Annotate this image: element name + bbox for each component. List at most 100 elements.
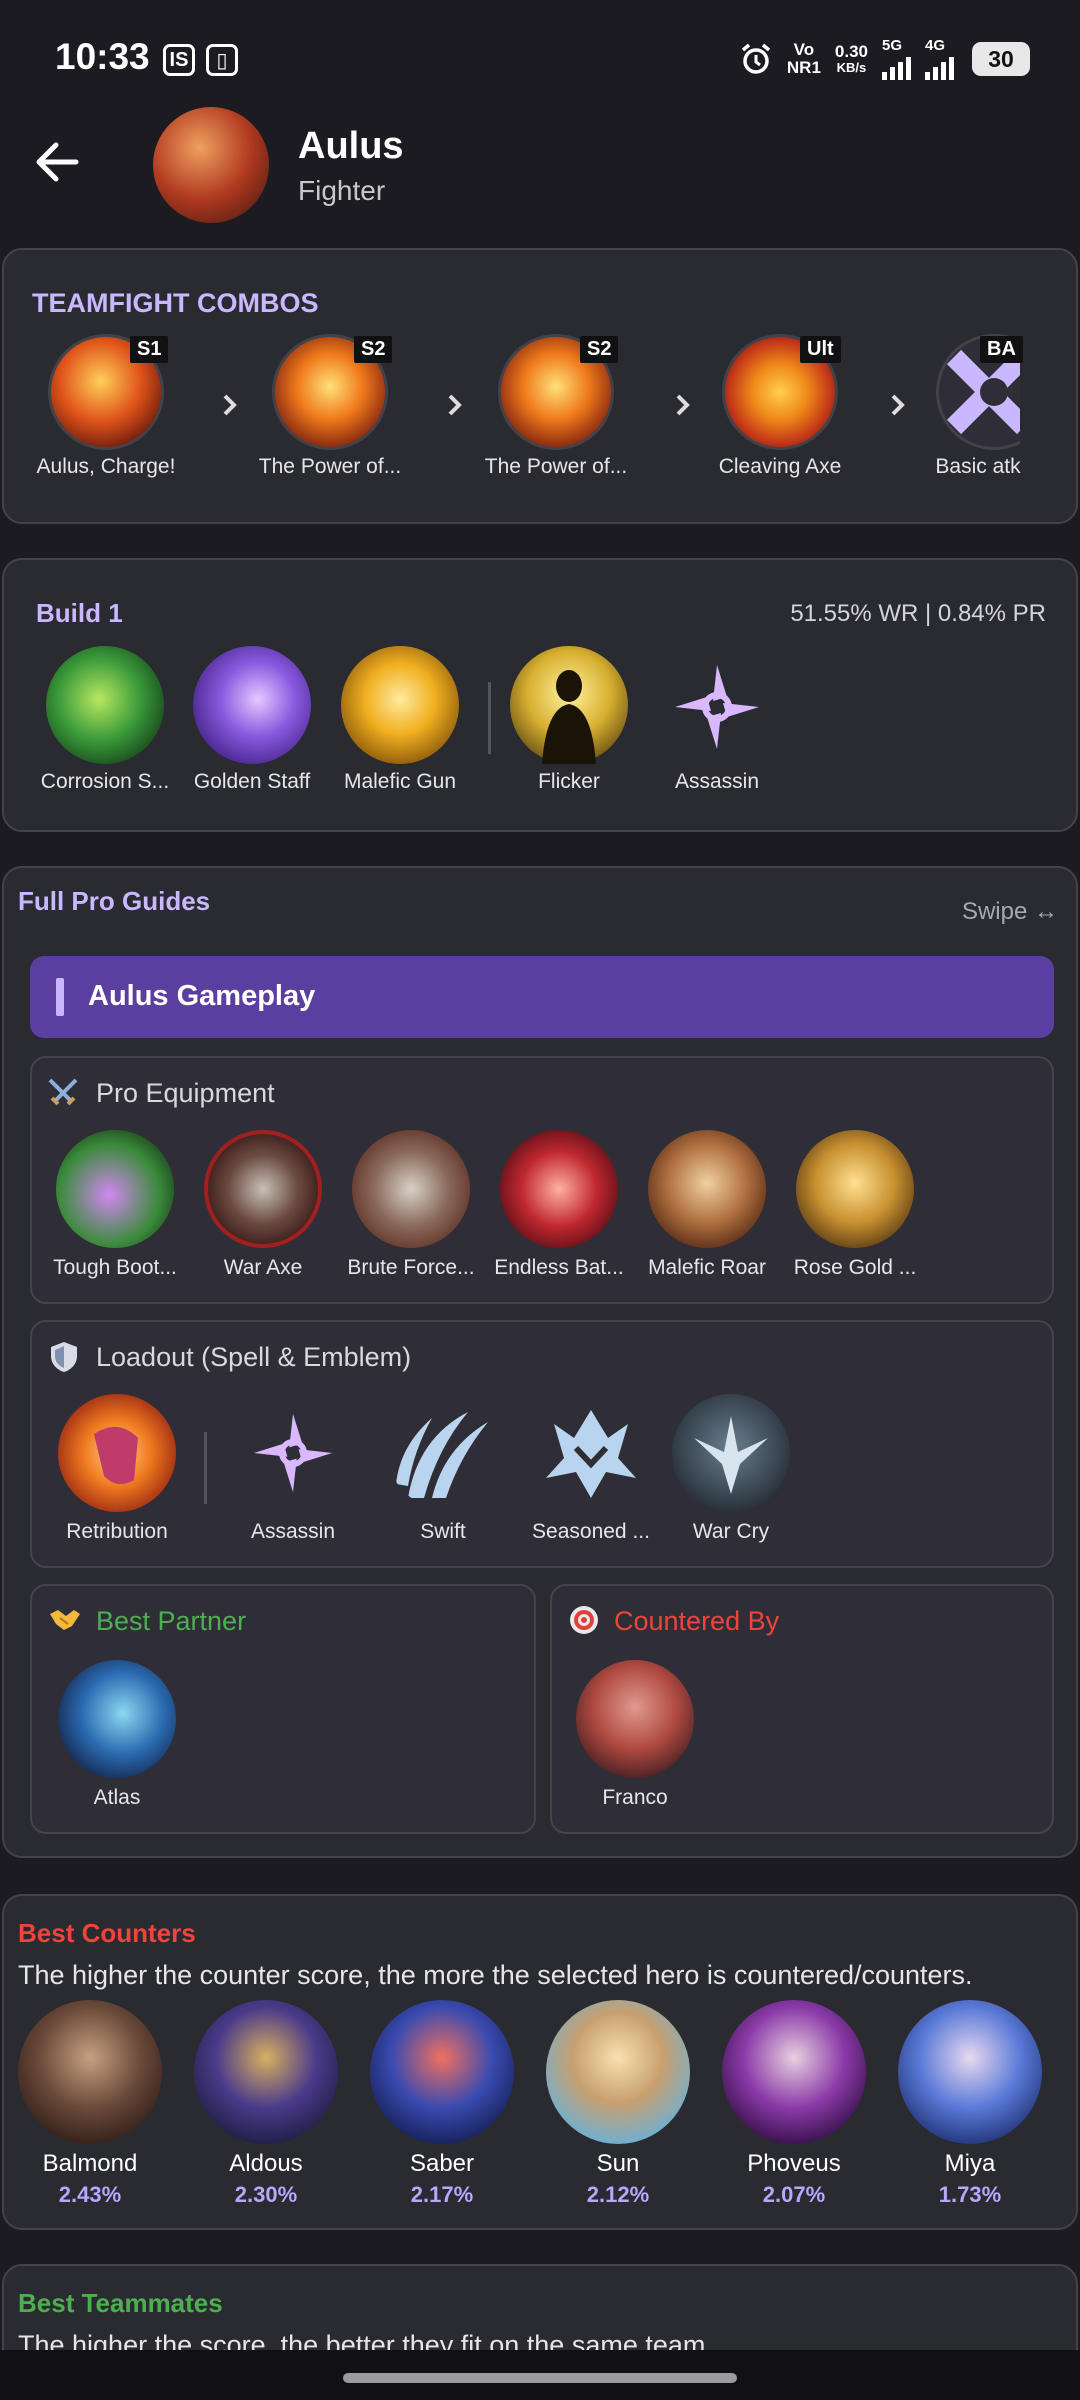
hero-name: Aulus bbox=[298, 125, 404, 167]
hero-avatar bbox=[153, 107, 269, 223]
counter-hero-avatar[interactable] bbox=[722, 2000, 866, 2144]
signal-5g: 5G bbox=[882, 38, 911, 80]
shield-icon bbox=[51, 1342, 77, 1372]
sim-notification-icon: ▯ bbox=[206, 44, 238, 76]
crossed-swords-icon bbox=[48, 1078, 78, 1106]
golden-staff-icon[interactable] bbox=[193, 646, 311, 764]
target-icon bbox=[570, 1606, 598, 1634]
counter-hero-name: Aldous bbox=[229, 2150, 303, 2177]
counter-hero-avatar[interactable] bbox=[546, 2000, 690, 2144]
build-item-label: Corrosion S... bbox=[40, 770, 170, 793]
counter-hero-avatar[interactable] bbox=[18, 2000, 162, 2144]
counter-hero-avatar[interactable] bbox=[576, 1660, 694, 1778]
best-partner-title: Best Partner bbox=[96, 1606, 247, 1636]
malefic-roar-icon[interactable] bbox=[648, 1130, 766, 1248]
brute-force-icon[interactable] bbox=[352, 1130, 470, 1248]
volte-indicator: Vo NR1 bbox=[786, 40, 821, 77]
best-partner-section: Best Partner Atlas bbox=[30, 1584, 536, 1834]
malefic-gun-icon[interactable] bbox=[341, 646, 459, 764]
build-card: Build 1 51.55% WR | 0.84% PR Corrosion S… bbox=[2, 558, 1078, 832]
counter-hero-score: 1.73% bbox=[938, 2182, 1002, 2207]
handshake-icon bbox=[50, 1610, 80, 1630]
build-item-label: Flicker bbox=[538, 770, 600, 793]
endless-battle-icon[interactable] bbox=[500, 1130, 618, 1248]
partner-avatar[interactable] bbox=[58, 1660, 176, 1778]
divider bbox=[488, 682, 491, 754]
swift-talent-icon[interactable] bbox=[388, 1398, 498, 1508]
countered-by-title: Countered By bbox=[614, 1606, 780, 1636]
app-notification-icon: IS bbox=[163, 44, 195, 76]
battery-icon: 30 bbox=[972, 41, 1030, 76]
best-teammates-clip: Best Teammates The higher the score, the… bbox=[0, 2260, 1080, 2350]
alarm-icon bbox=[741, 43, 771, 74]
build-item-label: Assassin bbox=[674, 770, 760, 793]
combo-badge: S1 bbox=[130, 336, 169, 363]
combo-badge: BA bbox=[980, 336, 1023, 363]
chevron-right-icon bbox=[448, 394, 462, 416]
hero-role: Fighter bbox=[298, 175, 386, 206]
counter-hero-avatar[interactable] bbox=[194, 2000, 338, 2144]
loadout-label: War Cry bbox=[692, 1520, 770, 1543]
assassin-emblem-icon[interactable] bbox=[238, 1398, 348, 1508]
flicker-spell-icon[interactable] bbox=[510, 646, 628, 764]
loadout-title: Loadout (Spell & Emblem) bbox=[96, 1342, 412, 1372]
combo-label: The Power of... bbox=[484, 455, 628, 478]
combo-label: The Power of... bbox=[258, 455, 402, 478]
network-speed: 0.30 KB/s bbox=[834, 42, 868, 75]
countered-by-section: Countered By Franco bbox=[550, 1584, 1054, 1834]
status-right: Vo NR1 0.30 KB/s 5G 4G 30 bbox=[739, 38, 1030, 80]
counter-hero-avatar[interactable] bbox=[898, 2000, 1042, 2144]
combos-title: TEAMFIGHT COMBOS bbox=[32, 288, 319, 318]
best-teammates-title: Best Teammates bbox=[18, 2288, 223, 2318]
counter-hero-score: 2.30% bbox=[234, 2182, 298, 2207]
equipment-label: Endless Bat... bbox=[494, 1256, 624, 1279]
combo-badge: S2 bbox=[354, 336, 393, 363]
seasoned-hunter-icon[interactable] bbox=[536, 1398, 646, 1508]
counter-hero-score: 2.43% bbox=[58, 2182, 122, 2207]
assassin-emblem-icon[interactable] bbox=[658, 648, 776, 766]
combo-badge: Ult bbox=[800, 336, 841, 363]
counter-hero-name: Sun bbox=[596, 2150, 640, 2177]
pro-equipment-title: Pro Equipment bbox=[96, 1078, 275, 1108]
home-gesture-bar[interactable] bbox=[343, 2373, 737, 2383]
build-stats: 51.55% WR | 0.84% PR bbox=[790, 600, 1046, 627]
counter-hero-score: 2.07% bbox=[762, 2182, 826, 2207]
banner-accent bbox=[56, 978, 64, 1016]
build-item-label: Malefic Gun bbox=[343, 770, 457, 793]
build-title: Build 1 bbox=[36, 598, 123, 628]
war-axe-icon[interactable] bbox=[204, 1130, 322, 1248]
status-time: 10:33 bbox=[55, 36, 150, 77]
pro-equipment-section: Pro Equipment Tough Boot... War Axe Brut… bbox=[30, 1056, 1054, 1304]
back-arrow-icon[interactable] bbox=[30, 135, 84, 189]
signal-bars-icon bbox=[882, 54, 911, 80]
best-teammates-card: Best Teammates The higher the score, the… bbox=[2, 2264, 1078, 2350]
best-teammates-desc: The higher the score, the better they fi… bbox=[18, 2330, 713, 2350]
corrosion-scythe-icon[interactable] bbox=[46, 646, 164, 764]
signal-bars-icon bbox=[925, 54, 954, 80]
chevron-right-icon bbox=[223, 394, 237, 416]
war-cry-icon[interactable] bbox=[672, 1394, 790, 1512]
divider bbox=[204, 1432, 207, 1504]
equipment-label: War Axe bbox=[223, 1256, 303, 1279]
loadout-label: Swift bbox=[420, 1520, 466, 1543]
counter-hero-score: 2.17% bbox=[410, 2182, 474, 2207]
loadout-section: Loadout (Spell & Emblem) Retribution Ass… bbox=[30, 1320, 1054, 1568]
rose-gold-meteor-icon[interactable] bbox=[796, 1130, 914, 1248]
chevron-right-icon bbox=[891, 394, 905, 416]
retribution-spell-icon[interactable] bbox=[58, 1394, 176, 1512]
counter-hero-name: Phoveus bbox=[747, 2150, 841, 2177]
loadout-label: Seasoned ... bbox=[532, 1520, 650, 1543]
counter-hero-name: Saber bbox=[409, 2150, 475, 2177]
combo-label: Cleaving Axe bbox=[718, 455, 842, 478]
signal-4g: 4G bbox=[925, 38, 954, 80]
combo-label: Aulus, Charge! bbox=[36, 455, 176, 478]
counter-hero-avatar[interactable] bbox=[370, 2000, 514, 2144]
banner-title: Aulus Gameplay bbox=[88, 980, 316, 1012]
tough-boots-icon[interactable] bbox=[56, 1130, 174, 1248]
partner-name: Atlas bbox=[93, 1786, 141, 1809]
teamfight-combos-card: TEAMFIGHT COMBOS S1 Aulus, Charge! S2 Th… bbox=[2, 248, 1078, 524]
combo-badge: S2 bbox=[580, 336, 619, 363]
gameplay-banner[interactable]: Aulus Gameplay bbox=[30, 956, 1054, 1038]
hero-header: Aulus Fighter bbox=[0, 105, 1080, 225]
loadout-label: Retribution bbox=[66, 1520, 168, 1543]
